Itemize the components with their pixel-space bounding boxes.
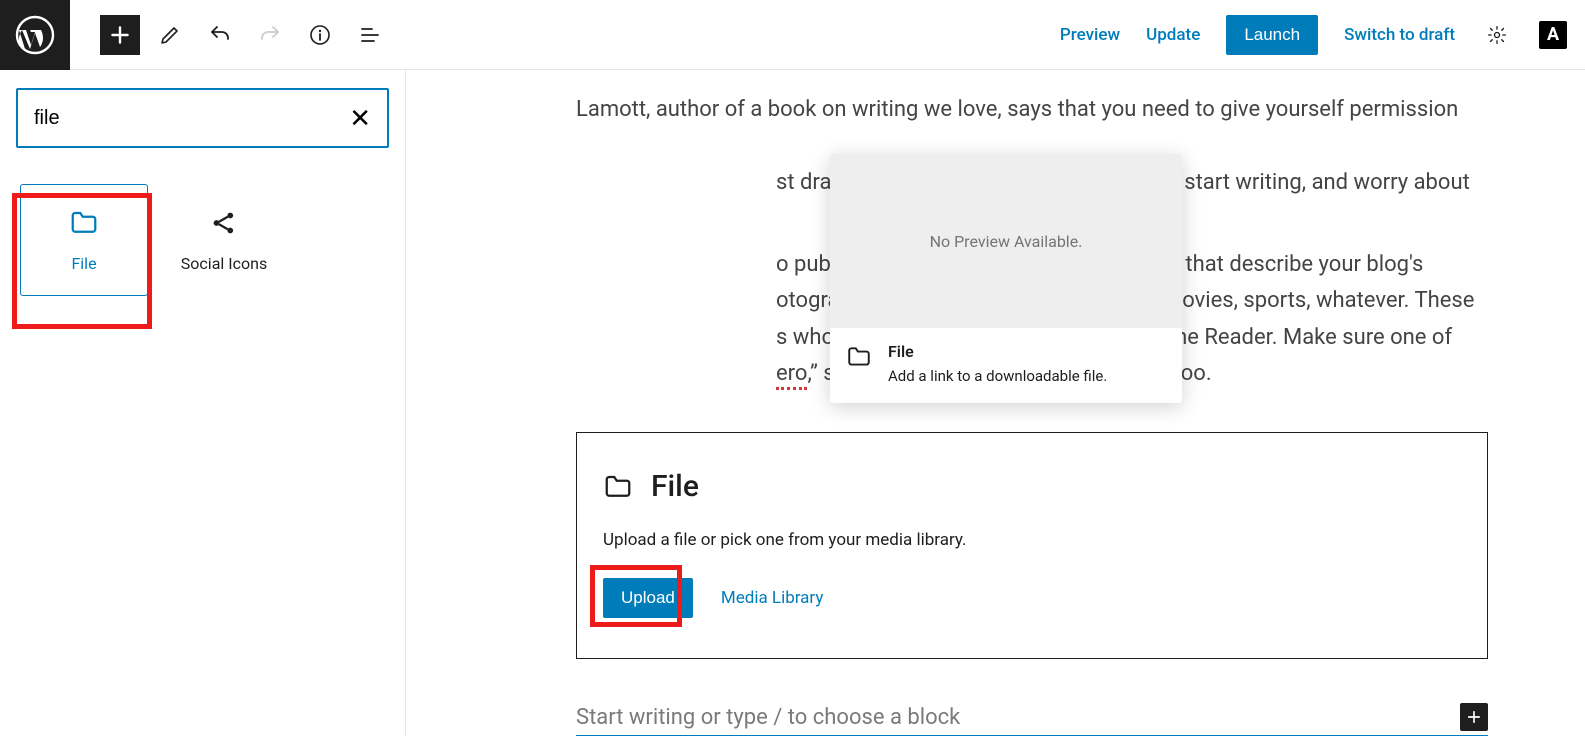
folder-icon <box>603 472 633 502</box>
gear-icon <box>1487 25 1507 45</box>
editor-canvas-area: No Preview Available. File Add a link to… <box>406 70 1585 736</box>
wordpress-icon <box>15 15 55 55</box>
share-icon <box>209 208 239 238</box>
folder-icon <box>69 208 99 238</box>
inserter-block-label: File <box>71 254 96 273</box>
document-outline-button[interactable] <box>350 15 390 55</box>
undo-icon <box>208 23 232 47</box>
inserter-results: File Social Icons <box>16 184 389 296</box>
inserter-block-file[interactable]: File <box>20 184 148 296</box>
redo-button[interactable] <box>250 15 290 55</box>
pen-icon <box>158 23 182 47</box>
media-library-link[interactable]: Media Library <box>721 588 824 608</box>
inserter-panel: ✕ File Social Icons <box>0 70 406 736</box>
undo-button[interactable] <box>200 15 240 55</box>
block-preview-placeholder: No Preview Available. <box>830 154 1182 328</box>
file-block-header: File <box>603 469 1461 504</box>
inline-add-block-button[interactable] <box>1460 703 1488 731</box>
redo-icon <box>258 23 282 47</box>
inserter-search-clear[interactable]: ✕ <box>341 101 379 135</box>
folder-icon <box>846 344 872 370</box>
inserter-search: ✕ <box>16 88 389 148</box>
popover-block-description: Add a link to a downloadable file. <box>888 367 1107 385</box>
editor-topbar: Preview Update Launch Switch to draft A <box>0 0 1585 70</box>
topbar-right-actions: Preview Update Launch Switch to draft A <box>1060 15 1567 55</box>
upload-button[interactable]: Upload <box>603 578 693 618</box>
plus-icon <box>1465 708 1483 726</box>
default-block-appender[interactable]: Start writing or type / to choose a bloc… <box>576 703 1488 736</box>
wp-logo-button[interactable] <box>0 0 70 70</box>
preview-link[interactable]: Preview <box>1060 25 1120 45</box>
file-block-placeholder[interactable]: File Upload a file or pick one from your… <box>576 432 1488 659</box>
settings-button[interactable] <box>1481 19 1513 51</box>
block-preview-popover: No Preview Available. File Add a link to… <box>830 154 1182 403</box>
plus-icon <box>107 22 133 48</box>
jetpack-badge[interactable]: A <box>1539 21 1567 49</box>
info-icon <box>308 23 332 47</box>
edit-mode-button[interactable] <box>150 15 190 55</box>
topbar-left-tools <box>0 0 390 70</box>
appender-placeholder: Start writing or type / to choose a bloc… <box>576 705 960 730</box>
inserter-block-social-icons[interactable]: Social Icons <box>160 184 288 296</box>
inserter-block-label: Social Icons <box>181 254 267 273</box>
document-info-button[interactable] <box>300 15 340 55</box>
popover-block-title: File <box>888 342 1107 361</box>
launch-button[interactable]: Launch <box>1226 15 1318 55</box>
inserter-search-input[interactable] <box>32 106 341 131</box>
update-link[interactable]: Update <box>1146 25 1200 45</box>
add-block-button[interactable] <box>100 15 140 55</box>
file-block-description: Upload a file or pick one from your medi… <box>603 530 1461 550</box>
list-icon <box>358 23 382 47</box>
switch-to-draft-link[interactable]: Switch to draft <box>1344 25 1455 45</box>
file-block-actions: Upload Media Library <box>603 578 1461 618</box>
